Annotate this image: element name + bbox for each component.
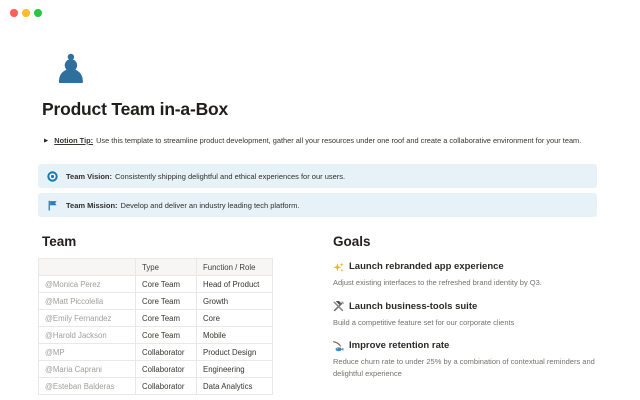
table-row[interactable]: @Maria Caprani Collaborator Engineering	[38, 360, 273, 378]
team-heading: Team	[42, 234, 77, 249]
person-mention[interactable]: @MP	[38, 343, 136, 361]
team-col-function-header[interactable]: Function / Role	[196, 258, 273, 276]
sparkles-icon	[333, 262, 344, 273]
team-mission-callout[interactable]: Team Mission: Develop and deliver an ind…	[38, 193, 597, 217]
team-vision-label: Team Vision:	[66, 171, 112, 181]
goals-section: Goals Launch rebranded app experience Ad…	[333, 234, 617, 379]
table-row[interactable]: @Monica Perez Core Team Head of Product	[38, 275, 273, 293]
goal-title-text: Improve retention rate	[349, 340, 450, 351]
goals-heading: Goals	[333, 234, 371, 249]
type-cell[interactable]: Core Team	[135, 326, 197, 344]
window-controls	[10, 9, 42, 17]
goal-description: Adjust existing interfaces to the refres…	[333, 278, 542, 287]
person-mention[interactable]: @Emily Fernandez	[38, 309, 136, 327]
type-cell[interactable]: Collaborator	[135, 377, 197, 395]
goal-item[interactable]: Launch business-tools suite Build a comp…	[333, 301, 617, 329]
notion-tip-toggle[interactable]: ▶ Notion Tip: Use this template to streaml…	[44, 136, 614, 146]
notion-tip-text: Use this template to streamline product …	[96, 136, 582, 145]
team-mission-text: Develop and deliver an industry leading …	[120, 200, 300, 210]
page-pawn-icon[interactable]: ♟	[53, 50, 89, 90]
type-cell[interactable]: Core Team	[135, 292, 197, 310]
target-icon	[47, 170, 58, 182]
goal-description: Build a competitive feature set for our …	[333, 317, 515, 327]
person-mention[interactable]: @Matt Piccolella	[38, 292, 136, 310]
goal-description: Reduce churn rate to under 25% by a comb…	[333, 357, 595, 378]
goal-item[interactable]: Improve retention rate Reduce churn rate…	[333, 340, 617, 379]
function-cell[interactable]: Product Design	[196, 343, 273, 361]
goal-title-text: Launch business-tools suite	[349, 300, 478, 312]
table-row[interactable]: @Matt Piccolella Core Team Growth	[38, 292, 273, 310]
page-title[interactable]: Product Team in-a-Box	[42, 99, 228, 120]
zoom-window-button[interactable]	[34, 9, 42, 17]
team-mission-label: Team Mission:	[66, 200, 118, 210]
team-table-header-row: Type Function / Role	[38, 258, 273, 276]
function-cell[interactable]: Mobile	[196, 326, 273, 344]
function-cell[interactable]: Head of Product	[196, 275, 273, 293]
person-mention[interactable]: @Maria Caprani	[38, 360, 136, 378]
flag-icon	[47, 200, 58, 211]
function-cell[interactable]: Growth	[196, 292, 273, 310]
type-cell[interactable]: Collaborator	[135, 360, 197, 378]
function-cell[interactable]: Core	[196, 309, 273, 327]
team-col-type-header[interactable]: Type	[135, 258, 197, 276]
type-cell[interactable]: Collaborator	[135, 343, 197, 361]
goal-item[interactable]: Launch rebranded app experience Adjust e…	[333, 261, 617, 289]
table-row[interactable]: @Emily Fernandez Core Team Core	[38, 309, 273, 327]
type-cell[interactable]: Core Team	[135, 309, 197, 327]
person-mention[interactable]: @Monica Perez	[38, 275, 136, 293]
team-col-name-header[interactable]	[38, 258, 136, 276]
table-row[interactable]: @Harold Jackson Core Team Mobile	[38, 326, 273, 344]
function-cell[interactable]: Engineering	[196, 360, 273, 378]
type-cell[interactable]: Core Team	[135, 275, 197, 293]
fishing-icon	[333, 340, 344, 352]
team-table: Type Function / Role @Monica Perez Core …	[38, 258, 273, 395]
team-vision-text: Consistently shipping delightful and eth…	[115, 171, 346, 181]
minimize-window-button[interactable]	[22, 9, 30, 17]
person-mention[interactable]: @Esteban Balderas	[38, 377, 136, 395]
toggle-triangle-icon[interactable]: ▶	[44, 136, 48, 146]
table-row[interactable]: @Esteban Balderas Collaborator Data Anal…	[38, 377, 273, 395]
team-section: Team Type Function / Role @Monica Perez …	[38, 234, 276, 395]
notion-tip-label: Notion Tip:	[54, 136, 94, 145]
team-vision-callout[interactable]: Team Vision: Consistently shipping delig…	[38, 164, 597, 188]
table-row[interactable]: @MP Collaborator Product Design	[38, 343, 273, 361]
person-mention[interactable]: @Harold Jackson	[38, 326, 136, 344]
tools-icon	[333, 301, 344, 312]
function-cell[interactable]: Data Analytics	[196, 377, 273, 395]
goal-title-text: Launch rebranded app experience	[349, 261, 504, 272]
close-window-button[interactable]	[10, 9, 18, 17]
